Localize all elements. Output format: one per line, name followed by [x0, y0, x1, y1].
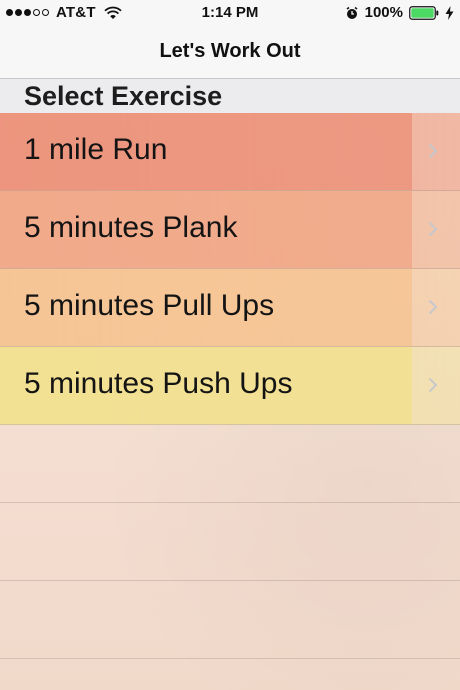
section-header: Select Exercise: [0, 79, 460, 113]
status-bar: AT&T 1:14 PM 100%: [0, 0, 460, 26]
page-title: Let's Work Out: [159, 40, 301, 62]
battery-icon: [409, 5, 439, 20]
battery-percentage: 100%: [364, 4, 403, 21]
empty-row: [0, 503, 460, 581]
status-right: 100%: [345, 4, 454, 21]
alarm-icon: [346, 6, 358, 19]
section-title: Select Exercise: [24, 81, 223, 111]
exercise-label: 5 minutes Pull Ups: [24, 289, 275, 322]
app-screen: AT&T 1:14 PM 100% Let's Work Out Select …: [0, 0, 460, 690]
empty-row: [0, 581, 460, 659]
exercise-row-5-minutes-push-ups[interactable]: 5 minutes Push Ups: [0, 347, 460, 425]
chevron-right-icon: [428, 299, 438, 315]
exercise-label: 5 minutes Push Ups: [24, 367, 293, 400]
exercise-row-5-minutes-plank[interactable]: 5 minutes Plank: [0, 191, 460, 269]
exercise-label: 5 minutes Plank: [24, 211, 238, 244]
charging-bolt-icon: [445, 5, 454, 20]
navigation-bar: Let's Work Out: [0, 26, 460, 79]
chevron-right-icon: [428, 221, 438, 237]
chevron-right-icon: [428, 143, 438, 159]
exercise-row-1-mile-run[interactable]: 1 mile Run: [0, 113, 460, 191]
exercise-label: 1 mile Run: [24, 133, 168, 166]
chevron-right-icon: [428, 377, 438, 393]
empty-row: [0, 425, 460, 503]
exercise-row-5-minutes-pull-ups[interactable]: 5 minutes Pull Ups: [0, 269, 460, 347]
